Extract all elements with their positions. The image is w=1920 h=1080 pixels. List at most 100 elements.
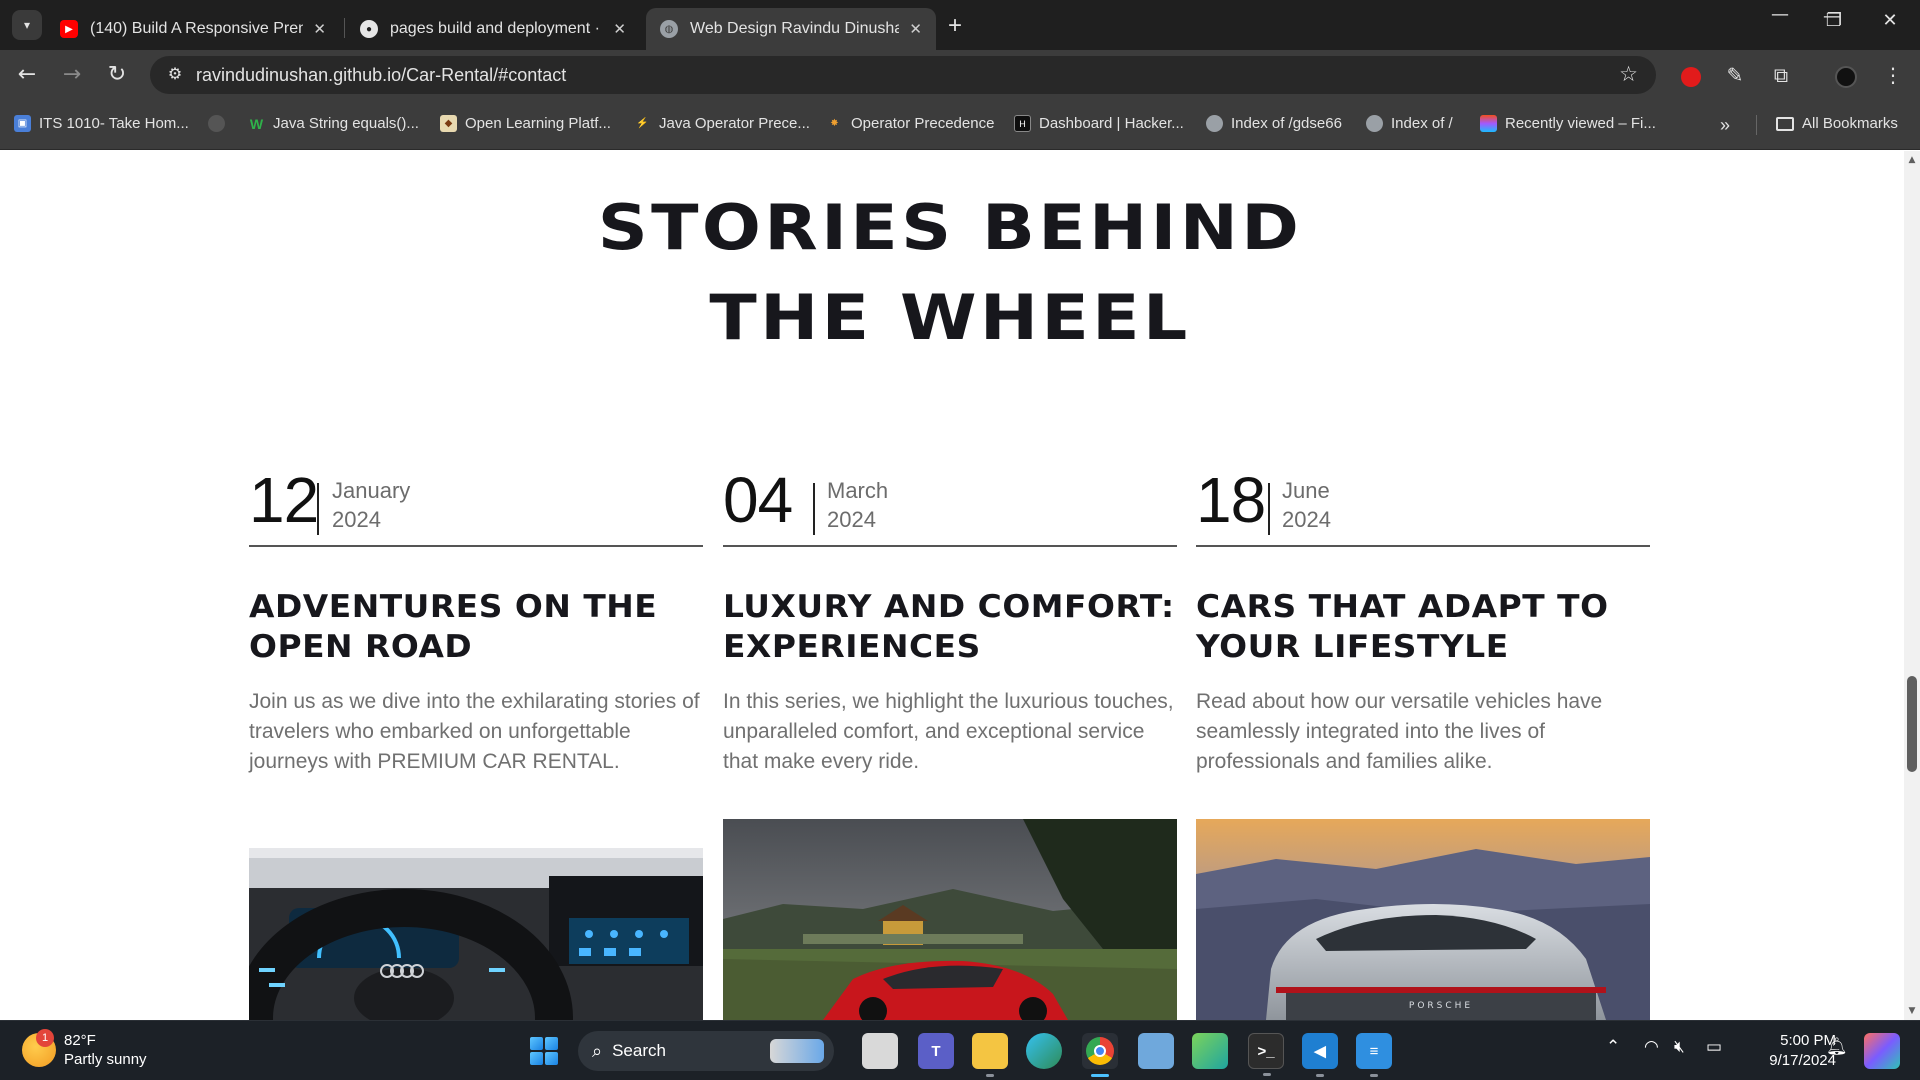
edge-icon[interactable] bbox=[1026, 1033, 1062, 1069]
title-line: Experiences bbox=[723, 629, 981, 665]
tray-overflow-icon[interactable]: ⌃ bbox=[1606, 1037, 1620, 1057]
title-line: Adventures on the bbox=[249, 589, 658, 625]
notification-badge: 1 bbox=[36, 1029, 54, 1047]
date-day: 12 bbox=[249, 464, 319, 536]
all-bookmarks-button[interactable]: All Bookmarks bbox=[1776, 115, 1898, 132]
teams-icon[interactable]: T bbox=[918, 1033, 954, 1069]
bookmark-item[interactable] bbox=[208, 115, 233, 132]
bookmark-item[interactable]: Recently viewed – Fi... bbox=[1480, 115, 1656, 132]
bookmark-item[interactable]: Index of /gdse66 bbox=[1206, 115, 1342, 132]
chrome-icon[interactable] bbox=[1082, 1033, 1118, 1077]
clock-time: 5:00 PM bbox=[1780, 1032, 1836, 1049]
bookmark-item[interactable]: ⚡ Java Operator Prece... bbox=[634, 115, 810, 132]
extensions-puzzle-icon[interactable]: ⧉ bbox=[1768, 62, 1794, 88]
card-description: Read about how our versatile vehicles ha… bbox=[1196, 690, 1603, 773]
tab-divider bbox=[344, 18, 345, 38]
tab-title: Web Design Ravindu Dinushan bbox=[690, 20, 900, 37]
figma-icon bbox=[1480, 115, 1497, 132]
windows-logo-icon bbox=[545, 1052, 558, 1065]
new-tab-button[interactable]: + bbox=[948, 12, 962, 40]
card-description: In this series, we highlight the luxurio… bbox=[723, 690, 1174, 773]
site-info-icon[interactable]: ⚙ bbox=[164, 64, 186, 86]
date-year: 2024 bbox=[1282, 507, 1331, 532]
bookmark-item[interactable]: H Dashboard | Hacker... bbox=[1014, 115, 1184, 132]
tab-youtube[interactable]: ▶ (140) Build A Responsive Premiu ✕ bbox=[46, 8, 340, 50]
bookmarks-overflow-button[interactable]: » bbox=[1720, 115, 1730, 136]
partly-sunny-icon: 1 bbox=[22, 1029, 56, 1067]
card-image-porsche: PORSCHE bbox=[1196, 819, 1650, 1020]
date-divider bbox=[1268, 483, 1270, 535]
date-divider bbox=[813, 483, 815, 535]
file-explorer-icon[interactable] bbox=[972, 1033, 1008, 1077]
adblock-extension-icon[interactable] bbox=[1678, 62, 1704, 88]
copilot-icon[interactable] bbox=[1864, 1033, 1900, 1069]
date-year: 2024 bbox=[332, 507, 381, 532]
date-year: 2024 bbox=[827, 507, 876, 532]
bookmark-item[interactable]: Index of / bbox=[1366, 115, 1453, 132]
w3-icon: W bbox=[249, 115, 264, 132]
tab-web-design[interactable]: ◍ Web Design Ravindu Dinushan ✕ bbox=[646, 8, 936, 50]
github-icon bbox=[208, 115, 225, 132]
scroll-down-icon[interactable]: ▼ bbox=[1904, 1006, 1920, 1016]
bookmark-label: Java Operator Prece... bbox=[659, 115, 810, 132]
running-indicator bbox=[1370, 1074, 1378, 1077]
back-button[interactable]: ← bbox=[14, 62, 40, 88]
jetbrains-icon[interactable] bbox=[1192, 1033, 1228, 1069]
card-description: Join us as we dive into the exhilarating… bbox=[249, 690, 700, 773]
battery-icon[interactable]: ▭ bbox=[1706, 1037, 1722, 1057]
date-month: June bbox=[1282, 478, 1330, 503]
minimize-button-visible[interactable]: — bbox=[1760, 4, 1800, 25]
card-title[interactable]: Adventures on the Open Road bbox=[249, 587, 730, 667]
date-divider bbox=[317, 483, 319, 535]
tab-search-button[interactable]: ▾ bbox=[12, 10, 42, 40]
volume-muted-icon[interactable]: 🔇︎ bbox=[1674, 1037, 1685, 1057]
photos-icon[interactable] bbox=[1138, 1033, 1174, 1069]
profile-avatar[interactable] bbox=[1833, 62, 1859, 88]
card-title[interactable]: Cars That Adapt to Your Lifestyle bbox=[1196, 587, 1677, 667]
search-label: Search bbox=[612, 1041, 666, 1060]
close-icon[interactable]: ✕ bbox=[613, 20, 626, 38]
university-icon: ◆ bbox=[440, 115, 457, 132]
card-title[interactable]: Luxury and Comfort: Experiences bbox=[723, 587, 1204, 667]
card-date: 04 March 2024 bbox=[723, 463, 1177, 547]
arrow-left-icon: ← bbox=[17, 62, 37, 87]
title-line: Open Road bbox=[249, 629, 473, 665]
tab-title: pages build and deployment · r bbox=[390, 20, 604, 37]
address-bar[interactable]: ⚙ ravindudinushan.github.io/Car-Rental/#… bbox=[150, 56, 1656, 94]
wifi-icon[interactable]: ◠ bbox=[1644, 1037, 1659, 1057]
task-view-icon[interactable] bbox=[862, 1033, 898, 1069]
bookmark-star-icon[interactable]: ☆ bbox=[1619, 62, 1638, 86]
close-icon[interactable]: ✕ bbox=[313, 20, 326, 38]
running-indicator bbox=[1263, 1073, 1271, 1076]
card-image-dashboard bbox=[249, 848, 703, 1020]
close-window-button[interactable]: ✕ bbox=[1870, 10, 1910, 31]
vscode-icon[interactable]: ◀ bbox=[1302, 1033, 1338, 1077]
scroll-up-icon[interactable]: ▲ bbox=[1904, 155, 1920, 165]
menu-kebab-icon[interactable]: ⋮ bbox=[1880, 62, 1906, 88]
blog-card[interactable]: 18 June 2024 Cars That Adapt to Your Lif… bbox=[1196, 151, 1650, 1020]
bookmark-item[interactable]: W Java String equals()... bbox=[248, 115, 419, 132]
notepad-icon[interactable]: ≡ bbox=[1356, 1033, 1392, 1077]
taskbar-search[interactable]: ⌕ Search bbox=[578, 1031, 834, 1071]
bookmark-label: All Bookmarks bbox=[1802, 115, 1898, 132]
reload-button[interactable]: ↻ bbox=[104, 62, 130, 88]
clock[interactable]: 5:00 PM 9/17/2024 bbox=[1744, 1031, 1836, 1071]
close-icon[interactable]: ✕ bbox=[909, 20, 922, 38]
blog-card[interactable]: 12 January 2024 Adventures on the Open R… bbox=[249, 151, 703, 1020]
weather-widget[interactable]: 1 82°F Partly sunny bbox=[22, 1029, 147, 1069]
tab-github[interactable]: ● pages build and deployment · r ✕ bbox=[346, 8, 640, 50]
blog-card[interactable]: 04 March 2024 Luxury and Comfort: Experi… bbox=[723, 151, 1177, 1020]
start-button[interactable] bbox=[530, 1037, 558, 1065]
forward-button[interactable]: → bbox=[59, 62, 85, 88]
url-text[interactable]: ravindudinushan.github.io/Car-Rental/#co… bbox=[196, 65, 566, 86]
notification-bell-icon[interactable]: 🔔︎ bbox=[1826, 1037, 1848, 1057]
restore-button[interactable]: ❐ bbox=[1814, 10, 1854, 31]
bookmarks-bar: ▣ ITS 1010- Take Hom... W Java String equa… bbox=[0, 100, 1920, 150]
scrollbar-thumb[interactable] bbox=[1907, 676, 1917, 772]
bookmark-item[interactable]: ✸ Operator Precedence bbox=[826, 115, 994, 132]
page-scrollbar[interactable]: ▲ ▼ bbox=[1904, 151, 1920, 1020]
bookmark-item[interactable]: ◆ Open Learning Platf... bbox=[440, 115, 611, 132]
bookmark-item[interactable]: ▣ ITS 1010- Take Hom... bbox=[14, 115, 189, 132]
eyedropper-extension-icon[interactable]: ✎ bbox=[1722, 62, 1748, 88]
terminal-icon[interactable]: >_ bbox=[1248, 1033, 1284, 1076]
